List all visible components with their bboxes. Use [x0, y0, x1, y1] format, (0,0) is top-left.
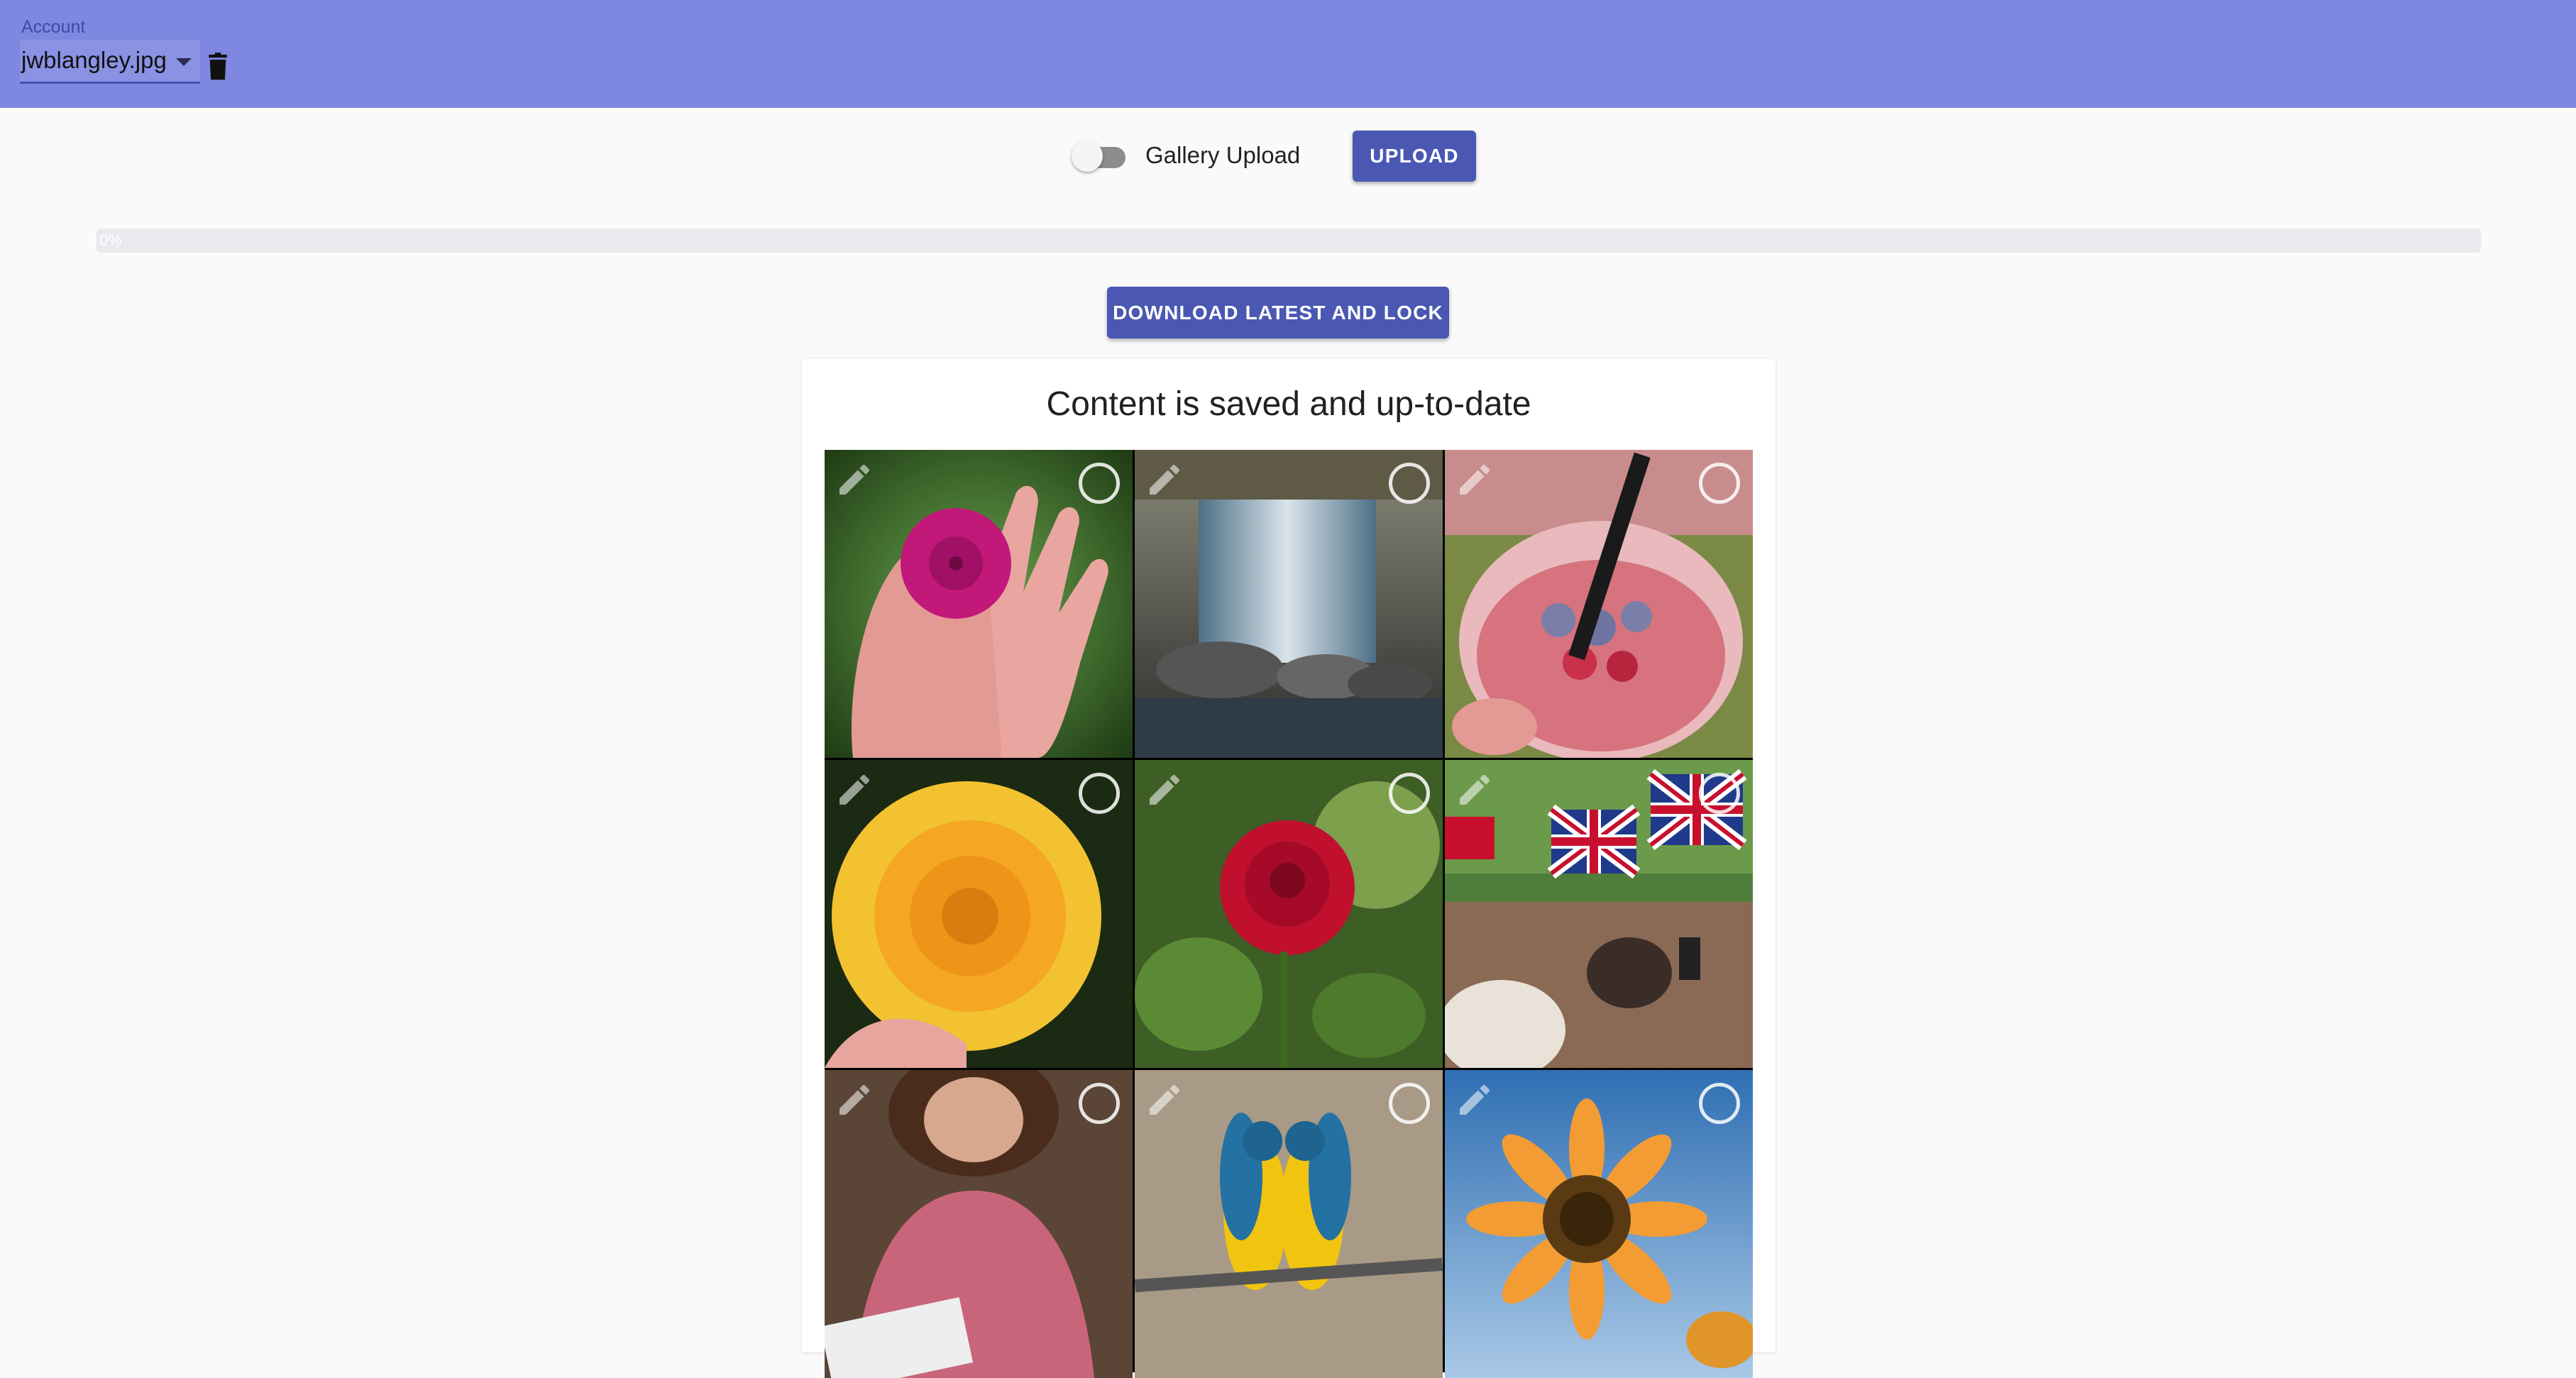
photo-tile[interactable] — [825, 1070, 1133, 1378]
circle-outline-icon[interactable] — [1389, 773, 1430, 814]
photo-tile[interactable] — [1135, 760, 1443, 1068]
photo-grid — [825, 450, 1753, 1378]
pencil-icon[interactable] — [835, 460, 874, 500]
app-bar: Account jwblangley.jpg — [0, 0, 2576, 108]
photo-tile[interactable] — [825, 760, 1133, 1068]
pencil-icon[interactable] — [1145, 770, 1184, 810]
circle-outline-icon[interactable] — [1699, 1083, 1740, 1124]
gallery-upload-label: Gallery Upload — [1145, 142, 1301, 168]
upload-progress-bar: 0% — [97, 228, 2481, 253]
circle-outline-icon[interactable] — [1389, 1083, 1430, 1124]
circle-outline-icon[interactable] — [1079, 463, 1120, 504]
upload-button[interactable]: UPLOAD — [1353, 131, 1476, 182]
download-latest-and-lock-button[interactable]: DOWNLOAD LATEST AND LOCK — [1107, 287, 1449, 338]
photo-tile[interactable] — [1135, 450, 1443, 758]
pencil-icon[interactable] — [1455, 1080, 1495, 1120]
gallery-upload-toggle[interactable] — [1072, 140, 1131, 175]
circle-outline-icon[interactable] — [1699, 773, 1740, 814]
account-select-value: jwblangley.jpg — [21, 47, 167, 73]
account-select[interactable]: jwblangley.jpg — [20, 40, 200, 84]
account-label: Account — [21, 17, 86, 37]
pencil-icon[interactable] — [835, 1080, 874, 1120]
toggle-thumb — [1072, 140, 1103, 172]
circle-outline-icon[interactable] — [1389, 463, 1430, 504]
circle-outline-icon[interactable] — [1699, 463, 1740, 504]
circle-outline-icon[interactable] — [1079, 1083, 1120, 1124]
pencil-icon[interactable] — [1455, 460, 1495, 500]
photo-tile[interactable] — [1135, 1070, 1443, 1378]
content-status-title: Content is saved and up-to-date — [1046, 385, 1531, 423]
photo-tile[interactable] — [1445, 760, 1753, 1068]
pencil-icon[interactable] — [1145, 460, 1184, 500]
trash-icon[interactable] — [206, 53, 230, 81]
photo-tile[interactable] — [825, 450, 1133, 758]
pencil-icon[interactable] — [1455, 770, 1495, 810]
photo-tile[interactable] — [1445, 1070, 1753, 1378]
photo-tile[interactable] — [1445, 450, 1753, 758]
pencil-icon[interactable] — [1145, 1080, 1184, 1120]
progress-text: 0% — [99, 231, 122, 249]
circle-outline-icon[interactable] — [1079, 773, 1120, 814]
pencil-icon[interactable] — [835, 770, 874, 810]
content-card: Content is saved and up-to-date — [802, 359, 1776, 1378]
chevron-down-icon — [176, 58, 192, 66]
